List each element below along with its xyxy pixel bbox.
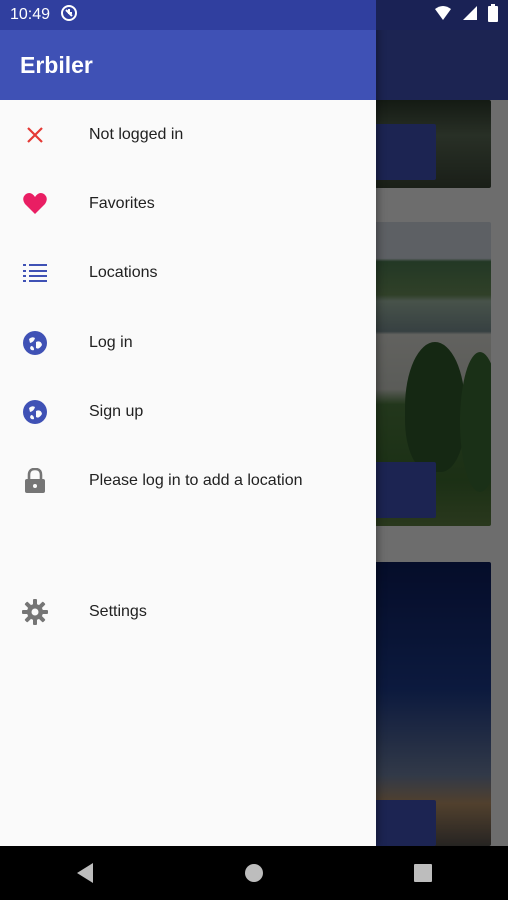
- gear-icon: [0, 584, 70, 640]
- globe-icon: [0, 384, 70, 440]
- wifi-icon: [434, 5, 452, 26]
- battery-icon: [488, 3, 498, 27]
- status-bar: 10:49: [0, 0, 508, 30]
- menu-item-label: Settings: [89, 603, 147, 620]
- heart-icon: [0, 176, 70, 232]
- close-icon: [0, 107, 70, 163]
- system-nav-bar: [0, 846, 508, 900]
- menu-item-not-logged-in[interactable]: Not logged in: [0, 107, 376, 163]
- drawer-title: Erbiler: [20, 51, 93, 78]
- menu-item-settings[interactable]: Settings: [0, 584, 376, 640]
- back-button[interactable]: [65, 853, 105, 893]
- signal-icon: [462, 5, 478, 26]
- list-icon: [0, 245, 70, 301]
- menu-item-add-location[interactable]: Please log in to add a location: [0, 453, 376, 509]
- sync-icon: [60, 4, 78, 27]
- menu-item-label: Favorites: [89, 195, 155, 212]
- navigation-drawer: Erbiler Not logged in Favorites Location…: [0, 0, 376, 846]
- drawer-header: Erbiler: [0, 30, 376, 100]
- status-time: 10:49: [10, 6, 51, 23]
- menu-item-log-in[interactable]: Log in: [0, 315, 376, 371]
- menu-item-favorites[interactable]: Favorites: [0, 176, 376, 232]
- menu-item-label: Not logged in: [89, 126, 184, 143]
- home-button[interactable]: [234, 853, 274, 893]
- menu-item-label: Sign up: [89, 403, 144, 420]
- menu-item-label: Locations: [89, 264, 158, 281]
- menu-item-label: Please log in to add a location: [89, 472, 303, 489]
- menu-item-sign-up[interactable]: Sign up: [0, 384, 376, 440]
- globe-icon: [0, 315, 70, 371]
- recents-button[interactable]: [403, 853, 443, 893]
- menu-item-locations[interactable]: Locations: [0, 245, 376, 301]
- menu-item-label: Log in: [89, 334, 133, 351]
- lock-icon: [0, 453, 70, 509]
